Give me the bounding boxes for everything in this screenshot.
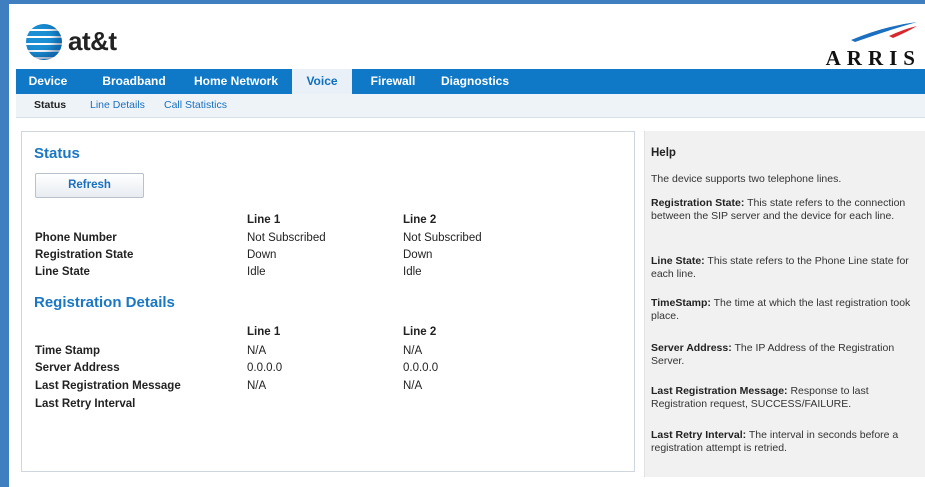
last-registration-message-label: Last Registration Message [35,380,181,392]
help-item: Registration State: This state refers to… [651,197,913,223]
help-panel: Help The device supports two telephone l… [644,131,925,477]
help-item: Line State: This state refers to the Pho… [651,255,913,281]
last-retry-interval-label: Last Retry Interval [35,398,136,410]
line-state-line2: Idle [403,266,422,278]
help-item: Server Address: The IP Address of the Re… [651,342,913,368]
tab-firewall[interactable]: Firewall [362,69,424,94]
header: at&t ARRIS [16,6,925,70]
tab-device[interactable]: Device [24,69,72,94]
status-col-line1-header: Line 1 [247,214,281,226]
line-state-line1: Idle [247,266,266,278]
help-item: Last Retry Interval: The interval in sec… [651,429,913,455]
refresh-button[interactable]: Refresh [35,173,144,198]
help-item: Last Registration Message: Response to l… [651,385,913,411]
server-address-line1: 0.0.0.0 [247,362,283,374]
time-stamp-line2: N/A [403,345,423,357]
registration-state-line2: Down [403,249,433,261]
att-globe-logo-icon [26,24,62,60]
help-term: Registration State: [651,197,745,209]
last-registration-message-line1: N/A [247,380,267,392]
help-intro: The device supports two telephone lines. [651,173,842,185]
main-nav: Device Broadband Home Network Voice Fire… [16,69,925,94]
arris-swoosh-icon [851,22,917,42]
server-address-label: Server Address [35,362,120,374]
window-frame-left [0,0,9,487]
help-item: TimeStamp: The time at which the last re… [651,297,913,323]
arris-logo-text: ARRIS [825,46,921,70]
registration-state-line1: Down [247,249,277,261]
help-term: Server Address: [651,342,732,354]
subnav-line-details[interactable]: Line Details [90,94,145,117]
registration-details-title: Registration Details [34,294,175,311]
sub-nav: Status Line Details Call Statistics [16,94,925,118]
phone-number-line2: Not Subscribed [403,232,482,244]
registration-state-label: Registration State [35,249,134,261]
phone-number-label: Phone Number [35,232,117,244]
window-frame-top [0,0,925,4]
tab-broadband[interactable]: Broadband [96,69,172,94]
server-address-line2: 0.0.0.0 [403,362,439,374]
subnav-status[interactable]: Status [34,94,66,117]
last-registration-message-line2: N/A [403,380,423,392]
help-term: Last Retry Interval: [651,429,747,441]
tab-diagnostics[interactable]: Diagnostics [434,69,516,94]
tab-home-network[interactable]: Home Network [188,69,284,94]
reg-col-line2-header: Line 2 [403,326,437,338]
status-col-line2-header: Line 2 [403,214,437,226]
help-term: TimeStamp: [651,297,711,309]
tab-voice[interactable]: Voice [292,69,352,94]
subnav-call-statistics[interactable]: Call Statistics [164,94,227,117]
line-state-label: Line State [35,266,90,278]
help-term: Line State: [651,255,705,267]
main-panel: Status Refresh Line 1 Line 2 Phone Numbe… [21,131,635,472]
status-title: Status [34,145,80,162]
time-stamp-line1: N/A [247,345,267,357]
help-term: Last Registration Message: [651,385,788,397]
phone-number-line1: Not Subscribed [247,232,326,244]
reg-col-line1-header: Line 1 [247,326,281,338]
time-stamp-label: Time Stamp [35,345,100,357]
help-title: Help [651,147,676,159]
att-logo-text: at&t [68,26,117,56]
